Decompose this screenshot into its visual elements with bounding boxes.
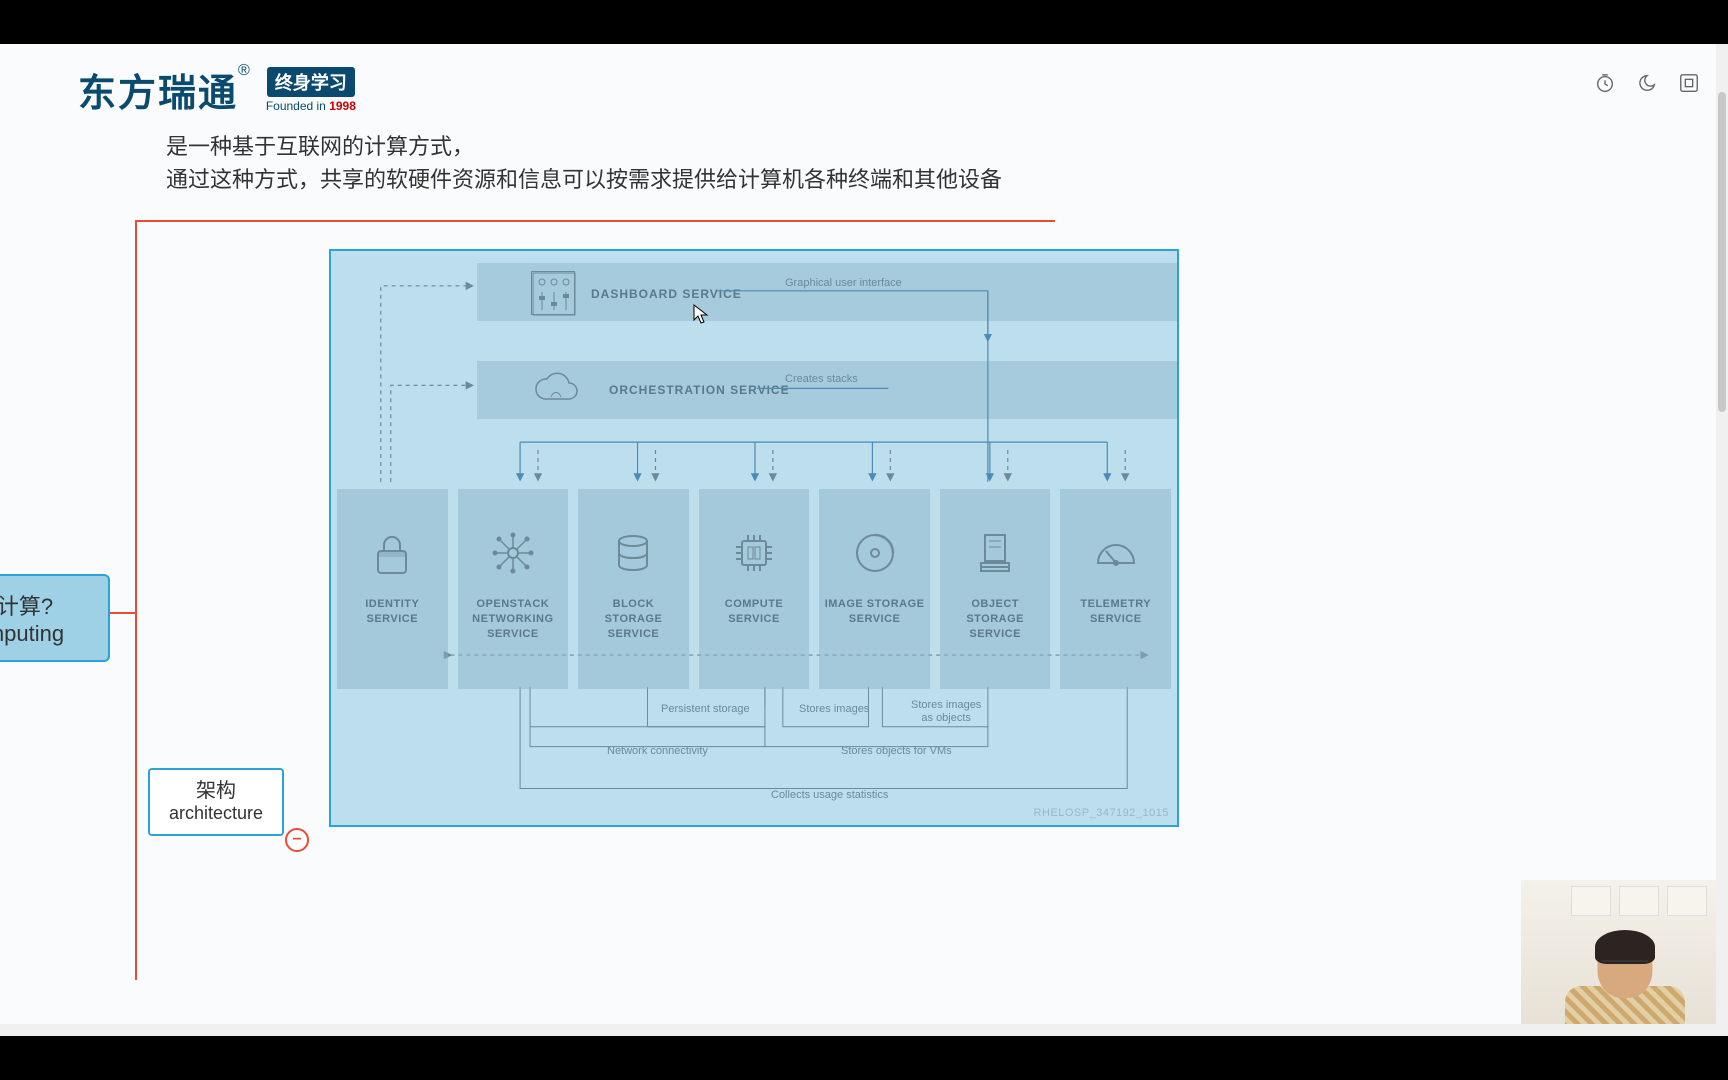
player-controls [1594,72,1700,94]
intro-line2: 通过这种方式，共享的软硬件资源和信息可以按需求提供给计算机各种终端和其他设备 [166,163,1002,196]
cap-stores-images-obj: Stores images as objects [911,699,981,725]
slide-stage: 东方瑞通® 终身学习 Founded in 1998 是一种基于互联网的计算方式… [0,44,1728,1036]
network-icon [489,529,537,577]
tile-object-storage: OBJECT STORAGE SERVICE [940,489,1051,689]
database-icon [609,529,657,577]
cap-collects: Collects usage statistics [771,789,888,801]
brand-logo: 东方瑞通® 终身学习 Founded in 1998 [78,62,356,117]
intro-line1: 是一种基于互联网的计算方式， [166,130,1002,163]
tile-block-storage: BLOCK STORAGE SERVICE [578,489,689,689]
cap-persistent: Persistent storage [661,703,750,715]
tile-networking: OPENSTACK NETWORKING SERVICE [458,489,569,689]
cpu-icon [730,529,778,577]
presenter-webcam [1521,880,1728,1036]
fullscreen-icon[interactable] [1678,72,1700,94]
branch-line-v [135,220,137,980]
tile-compute: COMPUTE SERVICE [699,489,810,689]
lock-icon [368,529,416,577]
intro-text: 是一种基于互联网的计算方式， 通过这种方式，共享的软硬件资源和信息可以按需求提供… [166,130,1002,196]
topic-cloud-computing: 计算? mputing [0,574,110,662]
tile-telemetry: TELEMETRY SERVICE [1060,489,1171,689]
brand-cn: 东方瑞通 [78,73,238,115]
diagram-watermark: RHELOSP_347192_1015 [1034,807,1169,819]
branch-line-h [135,220,1055,222]
topic-architecture[interactable]: 架构 architecture [148,768,284,836]
openstack-architecture-diagram: DASHBOARD SERVICE Graphical user interfa… [329,249,1179,827]
gauge-icon [1092,529,1140,577]
brand-badge: 终身学习 [267,67,355,97]
tile-image-storage: IMAGE STORAGE SERVICE [819,489,930,689]
moon-icon[interactable] [1636,72,1658,94]
tile-identity: IDENTITY SERVICE [337,489,448,689]
brand-r: ® [238,62,250,79]
scrollbar-horizontal[interactable] [0,1024,1728,1036]
disc-icon [851,529,899,577]
brand-founded: Founded in 1998 [266,99,356,113]
collapse-node-button[interactable]: − [285,828,309,852]
cap-stores-images: Stores images [799,703,869,715]
cap-net-conn: Network connectivity [607,745,708,757]
scrollbar-vertical[interactable] [1716,44,1728,1036]
document-stack-icon [971,529,1019,577]
branch-connector [110,612,136,614]
timer-icon[interactable] [1594,72,1616,94]
service-tiles: IDENTITY SERVICE OPENSTACK NETWORKING SE… [337,489,1171,689]
cap-stores-vms: Stores objects for VMs [841,745,952,757]
